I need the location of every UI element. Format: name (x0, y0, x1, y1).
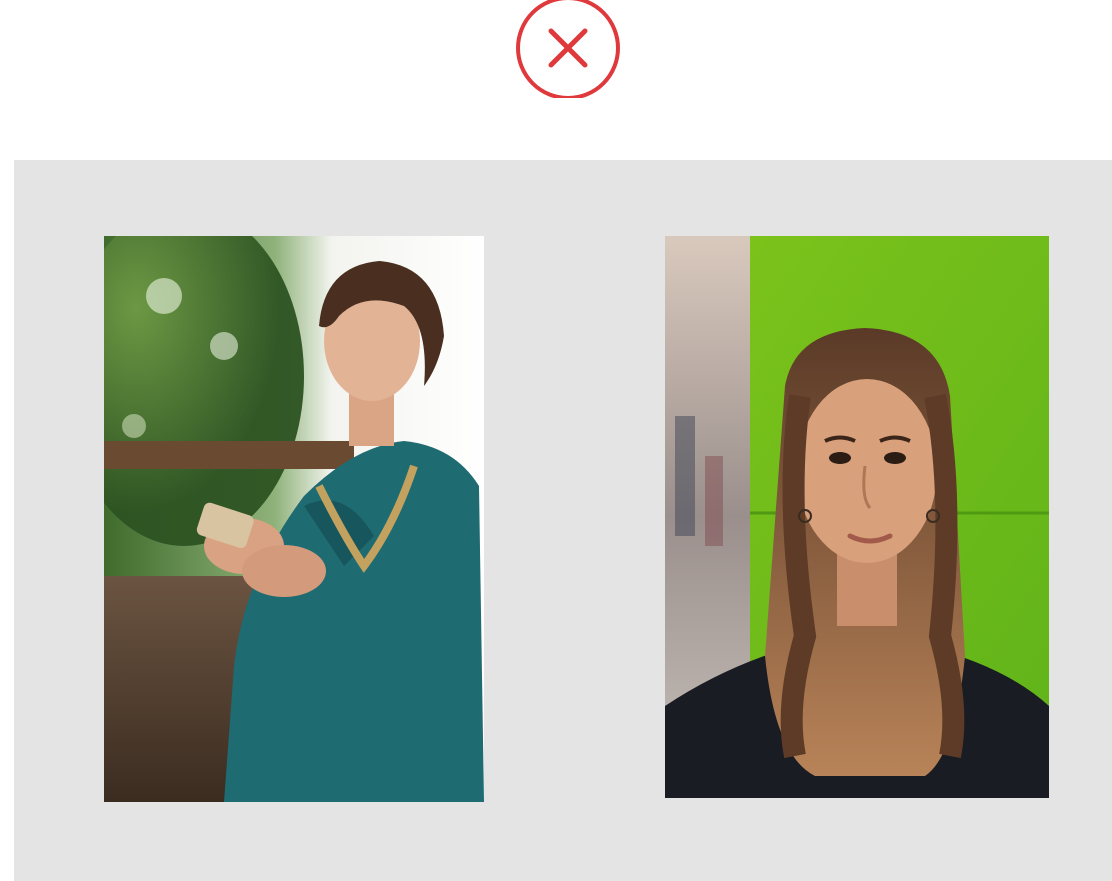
page (0, 0, 1112, 881)
close-circle-icon (514, 0, 622, 98)
portrait-green-wall-photo (665, 236, 1049, 798)
woman-with-phone-photo (104, 236, 484, 802)
photo-comparison-panel (14, 160, 1112, 881)
